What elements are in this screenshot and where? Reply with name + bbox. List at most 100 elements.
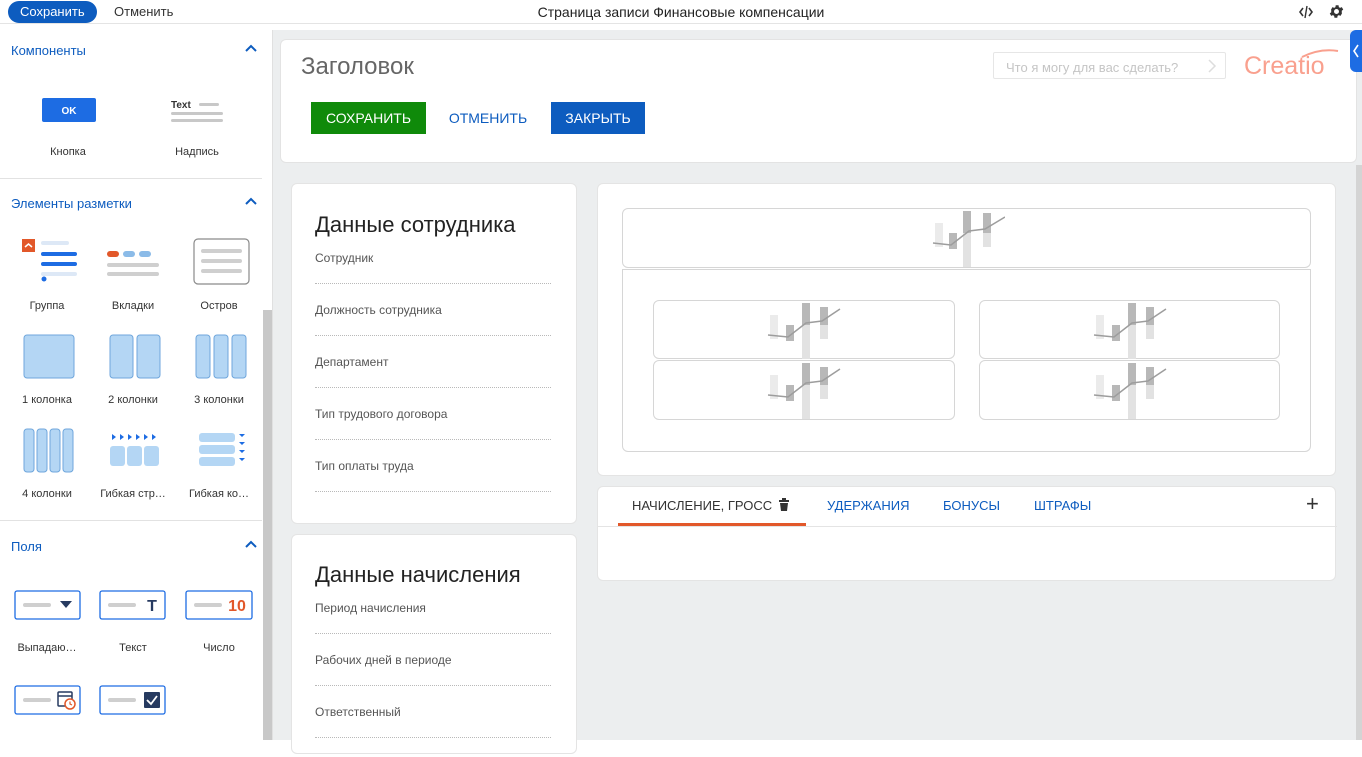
label-preview-icon: Text xyxy=(171,100,223,122)
section-layout-label: Элементы разметки xyxy=(11,196,132,211)
layout-one-column[interactable]: 1 колонка xyxy=(4,334,90,414)
layout-flex-column[interactable]: Гибкая ко… xyxy=(176,428,262,508)
layout-four-columns[interactable]: 4 колонки xyxy=(4,428,90,508)
layout-group[interactable]: Группа xyxy=(4,238,90,318)
field-text-label: Текст xyxy=(119,642,147,654)
layout-flex-row-label: Гибкая стр… xyxy=(100,488,166,500)
chart-placeholder-icon xyxy=(767,363,841,419)
section-components[interactable]: Компоненты xyxy=(0,39,262,63)
close-button[interactable]: ЗАКРЫТЬ xyxy=(551,102,645,134)
chart-placeholder[interactable] xyxy=(653,360,955,420)
date-field-icon xyxy=(14,685,81,715)
field-label: Тип оплаты труда xyxy=(315,459,414,473)
field-input-line[interactable] xyxy=(315,283,551,284)
number-field-icon: 10 xyxy=(185,590,253,620)
layout-one-column-label: 1 колонка xyxy=(22,394,72,406)
layout-three-columns-label: 3 колонки xyxy=(194,394,244,406)
layout-two-columns[interactable]: 2 колонки xyxy=(90,334,176,414)
field-text[interactable]: T Текст xyxy=(90,590,176,660)
page-header-card[interactable]: Заголовок Что я могу для вас сделать? Cr… xyxy=(280,39,1357,163)
field-number-label: Число xyxy=(203,642,235,654)
layout-three-columns[interactable]: 3 колонки xyxy=(176,334,262,414)
field-accrual-period[interactable]: Период начисления xyxy=(315,601,551,653)
chart-placeholder[interactable] xyxy=(622,208,1311,268)
island-icon xyxy=(193,238,250,285)
layout-tabs[interactable]: Вкладки xyxy=(90,238,176,318)
cancel-button[interactable]: ОТМЕНИТЬ xyxy=(438,102,538,134)
one-column-icon xyxy=(23,334,75,379)
field-label: Рабочих дней в периоде xyxy=(315,653,452,667)
field-input-line[interactable] xyxy=(315,387,551,388)
chevron-up-icon[interactable] xyxy=(244,539,258,549)
button-preview-text: OK xyxy=(62,106,78,117)
add-tab-button[interactable]: + xyxy=(1306,491,1319,517)
tab-divider xyxy=(598,526,1337,527)
field-date[interactable] xyxy=(4,685,90,725)
chart-placeholder[interactable] xyxy=(979,360,1280,420)
field-responsible[interactable]: Ответственный xyxy=(315,705,551,757)
chart-placeholder[interactable] xyxy=(653,300,955,359)
checkbox-field-icon xyxy=(99,685,166,715)
field-checkbox[interactable] xyxy=(90,685,176,725)
top-toolbar: Сохранить Отменить Страница записи Финан… xyxy=(0,0,1362,24)
component-button[interactable]: OK Кнопка xyxy=(25,92,111,162)
dashboard-area-card[interactable] xyxy=(597,183,1336,476)
panel-scrollbar-thumb[interactable] xyxy=(263,310,272,740)
tab-gross-accrual[interactable]: НАЧИСЛЕНИЕ, ГРОСС xyxy=(632,498,772,513)
chevron-up-icon[interactable] xyxy=(244,43,258,53)
layout-island[interactable]: Остров xyxy=(176,238,262,318)
dashboard-container[interactable] xyxy=(622,269,1311,452)
tabs-card[interactable]: НАЧИСЛЕНИЕ, ГРОСС УДЕРЖАНИЯ БОНУСЫ ШТРАФ… xyxy=(597,486,1337,581)
command-line-input[interactable]: Что я могу для вас сделать? xyxy=(993,52,1226,79)
gear-icon[interactable] xyxy=(1328,3,1345,20)
field-input-line[interactable] xyxy=(315,439,551,440)
designer-title: Страница записи Финансовые компенсации xyxy=(537,4,825,20)
save-button[interactable]: СОХРАНИТЬ xyxy=(311,102,426,134)
accrual-data-card[interactable]: Данные начисления Период начисления Рабо… xyxy=(291,534,577,754)
tab-fines[interactable]: ШТРАФЫ xyxy=(1034,498,1091,513)
field-position[interactable]: Должность сотрудника xyxy=(315,303,551,355)
section-layout[interactable]: Элементы разметки xyxy=(0,192,262,216)
layout-group-label: Группа xyxy=(29,300,65,312)
field-contract-type[interactable]: Тип трудового договора xyxy=(315,407,551,459)
chart-placeholder[interactable] xyxy=(979,300,1280,359)
chart-placeholder-icon xyxy=(767,303,841,359)
trash-icon[interactable] xyxy=(778,498,790,512)
page-title[interactable]: Заголовок xyxy=(301,53,414,81)
field-employee[interactable]: Сотрудник xyxy=(315,251,551,303)
button-preview-icon: OK xyxy=(42,98,96,122)
field-input-line[interactable] xyxy=(315,491,551,492)
layout-flex-column-label: Гибкая ко… xyxy=(188,488,250,500)
dropdown-field-icon xyxy=(14,590,81,620)
design-canvas: Заголовок Что я могу для вас сделать? Cr… xyxy=(273,30,1362,754)
label-preview-text: Text xyxy=(171,100,191,111)
tab-deductions[interactable]: УДЕРЖАНИЯ xyxy=(827,498,909,513)
field-label: Период начисления xyxy=(315,601,426,615)
layout-four-columns-label: 4 колонки xyxy=(22,488,72,500)
layout-flex-row[interactable]: Гибкая стр… xyxy=(90,428,176,508)
field-input-line[interactable] xyxy=(315,685,551,686)
text-field-icon: T xyxy=(99,590,166,620)
panel-toggle-tab[interactable] xyxy=(1350,30,1362,72)
code-icon[interactable] xyxy=(1299,4,1313,20)
field-input-line[interactable] xyxy=(315,633,551,634)
chevron-up-icon[interactable] xyxy=(244,196,258,206)
canvas-scrollbar[interactable] xyxy=(1356,165,1362,740)
number-field-preview: 10 xyxy=(228,598,246,615)
component-button-label: Кнопка xyxy=(50,146,86,158)
field-pay-type[interactable]: Тип оплаты труда xyxy=(315,459,551,511)
field-department[interactable]: Департамент xyxy=(315,355,551,407)
employee-data-card[interactable]: Данные сотрудника Сотрудник Должность со… xyxy=(291,183,577,524)
component-label[interactable]: Text Надпись xyxy=(154,92,240,162)
chart-placeholder-icon xyxy=(932,211,1005,267)
field-label: Должность сотрудника xyxy=(315,303,442,317)
section-fields[interactable]: Поля xyxy=(0,535,262,559)
field-input-line[interactable] xyxy=(315,737,551,738)
field-number[interactable]: 10 Число xyxy=(176,590,262,660)
layout-two-columns-label: 2 колонки xyxy=(108,394,158,406)
field-dropdown[interactable]: Выпадаю… xyxy=(4,590,90,660)
flex-column-icon xyxy=(199,433,245,466)
field-input-line[interactable] xyxy=(315,335,551,336)
field-working-days[interactable]: Рабочих дней в периоде xyxy=(315,653,551,705)
tab-bonuses[interactable]: БОНУСЫ xyxy=(943,498,1000,513)
